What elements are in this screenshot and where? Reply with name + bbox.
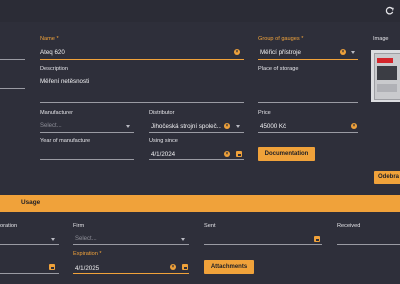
received-label: Received [337, 223, 361, 229]
description-underline [40, 102, 244, 103]
calibration-date-underline[interactable] [0, 273, 59, 274]
using-since-label: Using since [149, 138, 178, 144]
refresh-icon[interactable] [385, 6, 394, 15]
name-label: Name * [40, 36, 59, 42]
calibration-date-calendar-icon[interactable] [49, 264, 55, 270]
remove-button[interactable]: Odebra [374, 171, 400, 184]
manufacturer-label: Manufacturer [40, 110, 73, 116]
expiration-clear-icon[interactable]: × [170, 264, 176, 270]
firm-select[interactable]: Select... [75, 236, 97, 242]
manufacturer-select[interactable]: Select... [40, 123, 62, 129]
top-bar [0, 0, 400, 22]
expiration-calendar-icon[interactable] [182, 264, 188, 270]
left-field-underline [0, 59, 25, 60]
group-chevron-down-icon[interactable] [351, 51, 355, 54]
calibration-chevron-down-icon[interactable] [51, 238, 55, 241]
expiration-input[interactable]: 4/1/2025 [75, 265, 99, 272]
distributor-select[interactable]: Jihočeská strojní společ... [151, 123, 221, 130]
distributor-underline [149, 132, 244, 133]
using-since-underline [149, 159, 244, 160]
calibration-underline[interactable] [0, 244, 59, 245]
using-since-input[interactable]: 4/1/2024 [151, 151, 175, 158]
group-label: Group of gauges * [258, 36, 304, 42]
image-label: Image [373, 36, 389, 42]
usage-title: Usage [21, 199, 41, 206]
name-clear-icon[interactable]: × [234, 49, 240, 55]
manufacturer-underline [40, 132, 134, 133]
group-clear-icon[interactable]: × [340, 49, 346, 55]
price-underline [258, 132, 358, 133]
attachments-button[interactable]: Attachments [204, 260, 254, 274]
name-underline [40, 59, 244, 60]
sent-calendar-icon[interactable] [314, 236, 320, 242]
group-underline [258, 59, 358, 60]
price-label: Price [258, 110, 271, 116]
year-of-manufacture-label: Year of manufacture [40, 138, 91, 144]
price-input[interactable]: 45000 Kč [260, 123, 286, 130]
group-select[interactable]: Měřicí přístroje [260, 49, 301, 56]
year-of-manufacture-underline[interactable] [40, 159, 134, 160]
device-image [371, 50, 400, 102]
usage-section-header[interactable]: Usage [0, 195, 400, 212]
expiration-underline [73, 273, 189, 274]
distributor-chevron-down-icon[interactable] [236, 125, 240, 128]
sent-label: Sent [204, 223, 216, 229]
description-label: Description [40, 66, 68, 72]
expiration-label: Expiration * [73, 251, 102, 257]
using-since-clear-icon[interactable]: × [224, 151, 230, 157]
firm-underline [73, 244, 189, 245]
using-since-calendar-icon[interactable] [236, 151, 242, 157]
calibration-label: oration [0, 223, 18, 229]
received-underline[interactable] [337, 244, 400, 245]
distributor-label: Distributor [149, 110, 175, 116]
distributor-clear-icon[interactable]: × [224, 123, 230, 129]
documentation-button[interactable]: Documentation [258, 147, 315, 161]
manufacturer-chevron-down-icon[interactable] [126, 125, 130, 128]
sent-underline[interactable] [204, 244, 322, 245]
place-of-storage-underline[interactable] [258, 102, 358, 103]
place-of-storage-label: Place of storage [258, 66, 299, 72]
firm-chevron-down-icon[interactable] [181, 238, 185, 241]
name-input[interactable]: Ateq 620 [40, 49, 65, 56]
left-field-underline-2 [0, 88, 25, 89]
firm-label: Firm [73, 223, 85, 229]
description-input[interactable]: Měření netěsnosti [40, 78, 89, 85]
price-clear-icon[interactable]: × [351, 123, 357, 129]
